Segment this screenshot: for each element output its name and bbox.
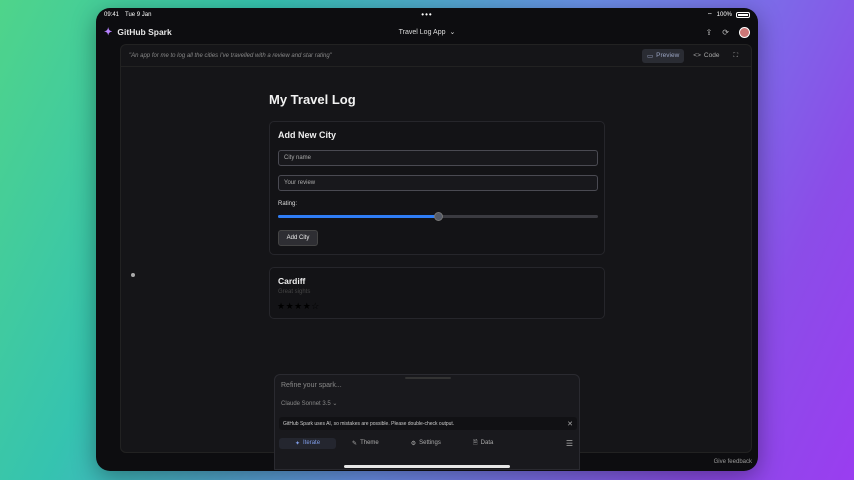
drag-handle[interactable] [405, 377, 451, 379]
tab-settings[interactable]: ⚙ Settings [395, 438, 457, 449]
sparkle-icon: ✦ [295, 440, 301, 447]
tab-iterate[interactable]: ✦ Iterate [279, 437, 337, 449]
tab-label: Iterate [303, 440, 321, 446]
ai-notice-text: GitHub Spark uses AI, so mistakes are po… [283, 420, 455, 427]
tab-theme[interactable]: ✎ Theme [336, 438, 395, 449]
refine-input[interactable]: Refine your spark... [281, 382, 342, 389]
side-handle-dot[interactable] [131, 273, 135, 277]
chat-tabs: ✦ Iterate ✎ Theme ⚙ Settings 🗎 Data ☰ [279, 436, 577, 450]
rating-slider-thumb[interactable] [434, 212, 443, 221]
rating-slider[interactable] [278, 212, 598, 221]
city-name-input[interactable]: City name [278, 150, 598, 166]
brush-icon: ✎ [352, 440, 358, 447]
wifi-icon: ⌔ [707, 13, 713, 19]
tab-label: Data [480, 440, 494, 446]
code-button[interactable]: <> Code [688, 49, 724, 62]
multitask-dots-icon[interactable]: ••• [421, 10, 432, 19]
brand-name: GitHub Spark [117, 27, 172, 37]
share-icon[interactable]: ⇪ [706, 28, 713, 37]
preview-button[interactable]: ▭ Preview [642, 48, 685, 63]
status-date: Tue 9 Jan [125, 12, 152, 18]
refresh-icon[interactable]: ⟳ [722, 28, 729, 37]
home-indicator[interactable] [344, 465, 510, 468]
app-title-label: Travel Log App [398, 28, 446, 36]
add-city-card: Add New City City name Your review Ratin… [269, 121, 605, 255]
tab-label: Settings [419, 440, 441, 446]
city-name: Cardiff [278, 276, 306, 286]
spark-logo-icon: ✦ [104, 26, 113, 38]
review-input[interactable]: Your review [278, 175, 598, 191]
preview-label: Preview [656, 52, 680, 59]
window-icon: ▭ [647, 52, 654, 60]
rating-label: Rating: [278, 201, 298, 207]
prompt-text: "An app for me to log all the cities I'v… [129, 52, 332, 59]
app-title-dropdown[interactable]: Travel Log App ⌄ [398, 28, 456, 37]
ai-notice: GitHub Spark uses AI, so mistakes are po… [279, 417, 577, 430]
code-icon: <> [693, 52, 701, 59]
status-bar: 09:41 Tue 9 Jan ••• ⌔ 100% [96, 8, 758, 22]
model-selector[interactable]: Claude Sonnet 3.5 ⌄ [281, 400, 337, 407]
fullscreen-icon[interactable]: ⛶ [728, 49, 743, 63]
city-review: Great sights [278, 289, 311, 295]
database-icon: 🗎 [472, 440, 478, 446]
battery-icon [736, 12, 750, 18]
add-city-button[interactable]: Add City [278, 230, 318, 246]
chevron-down-icon: ⌄ [449, 29, 456, 36]
give-feedback-link[interactable]: Give feedback [714, 459, 752, 465]
prompt-bar: "An app for me to log all the cities I'v… [121, 45, 751, 67]
star-rating: ★★★★☆ [277, 301, 320, 311]
battery-percent: 100% [716, 12, 732, 18]
status-time: 09:41 [104, 12, 120, 18]
brand[interactable]: ✦ GitHub Spark [104, 27, 172, 38]
top-nav: ✦ GitHub Spark Travel Log App ⌄ ⇪ ⟳ [96, 22, 758, 42]
menu-icon[interactable]: ☰ [566, 439, 577, 448]
rating-slider-fill [278, 215, 438, 218]
chat-panel: Refine your spark... Claude Sonnet 3.5 ⌄… [274, 374, 580, 470]
code-label: Code [703, 52, 720, 59]
gear-icon: ⚙ [410, 440, 417, 447]
tab-data[interactable]: 🗎 Data [457, 436, 510, 450]
avatar[interactable] [739, 26, 750, 38]
page-title: My Travel Log [269, 92, 356, 107]
tab-label: Theme [360, 440, 379, 446]
add-city-heading: Add New City [278, 130, 337, 140]
city-entry-card: Cardiff Great sights ★★★★☆ [269, 267, 605, 319]
device-screen: 09:41 Tue 9 Jan ••• ⌔ 100% ✦ GitHub Spar… [96, 8, 758, 471]
close-icon[interactable]: ✕ [567, 420, 573, 428]
